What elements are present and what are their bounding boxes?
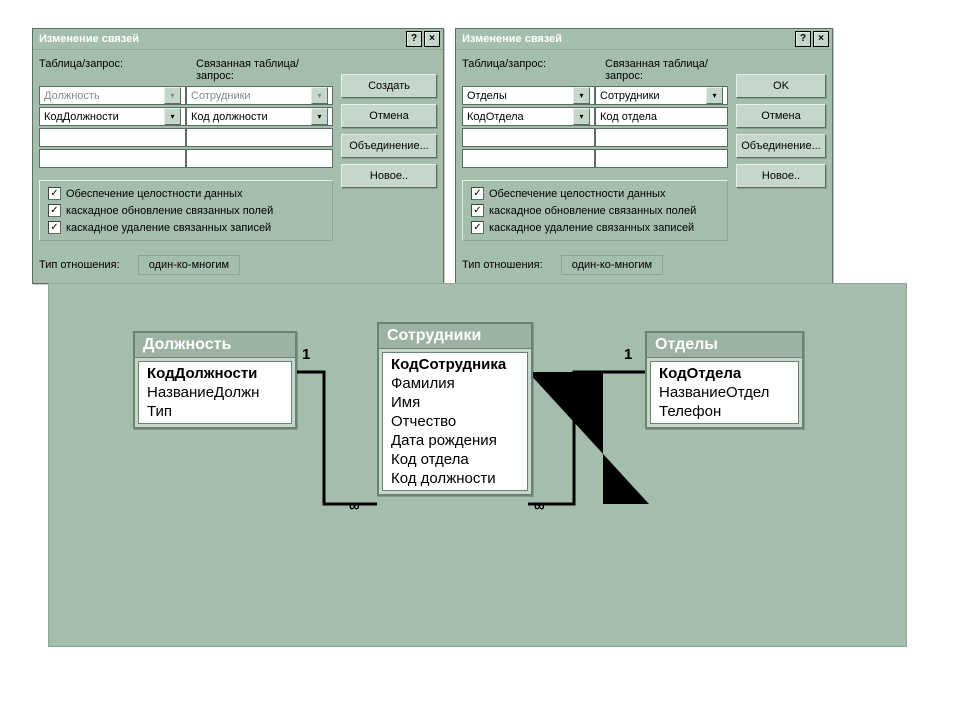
related-select[interactable]: Сотрудники ▾ bbox=[595, 86, 728, 105]
table-field[interactable]: КодДолжности bbox=[139, 364, 291, 383]
enforce-integrity-checkbox[interactable]: ✓ bbox=[48, 187, 61, 200]
table-field[interactable]: НазваниеОтдел bbox=[651, 383, 798, 402]
close-icon[interactable]: × bbox=[813, 31, 829, 47]
options-group: ✓ Обеспечение целостности данных ✓ каска… bbox=[462, 180, 728, 241]
table-field[interactable]: Код отдела bbox=[383, 450, 527, 469]
table-field[interactable]: Телефон bbox=[651, 402, 798, 421]
chevron-down-icon[interactable]: ▾ bbox=[164, 108, 181, 125]
table-header-label: Таблица/запрос: bbox=[462, 58, 585, 82]
table-header-label: Таблица/запрос: bbox=[39, 58, 176, 82]
table-title: Отделы bbox=[647, 333, 802, 358]
new-button[interactable]: Новое.. bbox=[736, 164, 826, 188]
ok-button[interactable]: OK bbox=[736, 74, 826, 98]
table-dolzhnost[interactable]: Должность КодДолжности НазваниеДолжн Тип bbox=[133, 331, 297, 429]
join-button[interactable]: Объединение... bbox=[341, 134, 437, 158]
create-button[interactable]: Создать bbox=[341, 74, 437, 98]
enforce-integrity-label: Обеспечение целостности данных bbox=[489, 188, 665, 200]
cascade-delete-checkbox[interactable]: ✓ bbox=[48, 221, 61, 234]
close-icon[interactable]: × bbox=[424, 31, 440, 47]
table-select[interactable]: Должность ▾ bbox=[39, 86, 186, 105]
dialog-title: Изменение связей bbox=[39, 33, 406, 45]
table-field[interactable]: Отчество bbox=[383, 412, 527, 431]
field-left-value: КодОтдела bbox=[467, 111, 524, 123]
field-left[interactable]: КодОтдела ▾ bbox=[462, 107, 595, 126]
chevron-down-icon[interactable]: ▾ bbox=[706, 87, 723, 104]
table-field[interactable]: КодСотрудника bbox=[383, 355, 527, 374]
help-icon[interactable]: ? bbox=[406, 31, 422, 47]
field-blank[interactable] bbox=[186, 128, 333, 147]
cascade-update-checkbox[interactable]: ✓ bbox=[471, 204, 484, 217]
join-button[interactable]: Объединение... bbox=[736, 134, 826, 158]
dialog-title: Изменение связей bbox=[462, 33, 795, 45]
table-field[interactable]: НазваниеДолжн bbox=[139, 383, 291, 402]
related-select-value: Сотрудники bbox=[191, 90, 251, 102]
field-blank[interactable] bbox=[462, 149, 595, 168]
table-otdely[interactable]: Отделы КодОтдела НазваниеОтдел Телефон bbox=[645, 331, 804, 429]
cascade-delete-label: каскадное удаление связанных записей bbox=[489, 222, 694, 234]
one-label: 1 bbox=[302, 346, 310, 363]
field-blank[interactable] bbox=[595, 128, 728, 147]
table-title: Сотрудники bbox=[379, 324, 531, 349]
related-header-label: Связанная таблица/запрос: bbox=[605, 58, 728, 82]
relation-type-value: один-ко-многим bbox=[138, 255, 240, 275]
chevron-down-icon[interactable]: ▾ bbox=[573, 108, 590, 125]
chevron-down-icon[interactable]: ▾ bbox=[311, 87, 328, 104]
enforce-integrity-label: Обеспечение целостности данных bbox=[66, 188, 242, 200]
table-field[interactable]: Тип bbox=[139, 402, 291, 421]
many-label: ∞ bbox=[534, 498, 545, 515]
related-select-value: Сотрудники bbox=[600, 90, 660, 102]
edit-relationships-dialog-1: Изменение связей ? × Таблица/запрос: Свя… bbox=[32, 28, 444, 284]
field-blank[interactable] bbox=[39, 128, 186, 147]
field-blank[interactable] bbox=[186, 149, 333, 168]
relationships-diagram[interactable]: 1 ∞ ∞ 1 Должность КодДолжности НазваниеД… bbox=[48, 283, 907, 647]
table-field[interactable]: Имя bbox=[383, 393, 527, 412]
titlebar[interactable]: Изменение связей ? × bbox=[33, 29, 443, 50]
table-fields: КодОтдела НазваниеОтдел Телефон bbox=[650, 361, 799, 424]
field-right-value: Код отдела bbox=[600, 111, 657, 123]
field-left-value: КодДолжности bbox=[44, 111, 119, 123]
field-right[interactable]: Код отдела bbox=[595, 107, 728, 126]
many-label: ∞ bbox=[349, 498, 360, 515]
related-select[interactable]: Сотрудники ▾ bbox=[186, 86, 333, 105]
relation-type-label: Тип отношения: bbox=[462, 259, 543, 271]
chevron-down-icon[interactable]: ▾ bbox=[164, 87, 181, 104]
cascade-update-label: каскадное обновление связанных полей bbox=[66, 205, 273, 217]
field-blank[interactable] bbox=[462, 128, 595, 147]
table-fields: КодДолжности НазваниеДолжн Тип bbox=[138, 361, 292, 424]
options-group: ✓ Обеспечение целостности данных ✓ каска… bbox=[39, 180, 333, 241]
relation-type-label: Тип отношения: bbox=[39, 259, 120, 271]
cancel-button[interactable]: Отмена bbox=[341, 104, 437, 128]
table-field[interactable]: Фамилия bbox=[383, 374, 527, 393]
cascade-delete-checkbox[interactable]: ✓ bbox=[471, 221, 484, 234]
field-blank[interactable] bbox=[39, 149, 186, 168]
edit-relationships-dialog-2: Изменение связей ? × Таблица/запрос: Свя… bbox=[455, 28, 833, 284]
cascade-update-label: каскадное обновление связанных полей bbox=[489, 205, 696, 217]
relation-type-value: один-ко-многим bbox=[561, 255, 663, 275]
related-header-label: Связанная таблица/запрос: bbox=[196, 58, 333, 82]
chevron-down-icon[interactable]: ▾ bbox=[573, 87, 590, 104]
table-field[interactable]: Дата рождения bbox=[383, 431, 527, 450]
table-title: Должность bbox=[135, 333, 295, 358]
titlebar[interactable]: Изменение связей ? × bbox=[456, 29, 832, 50]
table-field[interactable]: Код должности bbox=[383, 469, 527, 488]
enforce-integrity-checkbox[interactable]: ✓ bbox=[471, 187, 484, 200]
help-icon[interactable]: ? bbox=[795, 31, 811, 47]
one-label: 1 bbox=[624, 346, 632, 363]
cascade-delete-label: каскадное удаление связанных записей bbox=[66, 222, 271, 234]
table-sotrudniki[interactable]: Сотрудники КодСотрудника Фамилия Имя Отч… bbox=[377, 322, 533, 496]
field-blank[interactable] bbox=[595, 149, 728, 168]
cascade-update-checkbox[interactable]: ✓ bbox=[48, 204, 61, 217]
table-select-value: Должность bbox=[44, 90, 100, 102]
field-right[interactable]: Код должности ▾ bbox=[186, 107, 333, 126]
table-field[interactable]: КодОтдела bbox=[651, 364, 798, 383]
cancel-button[interactable]: Отмена bbox=[736, 104, 826, 128]
table-select-value: Отделы bbox=[467, 90, 507, 102]
field-right-value: Код должности bbox=[191, 111, 268, 123]
chevron-down-icon[interactable]: ▾ bbox=[311, 108, 328, 125]
table-select[interactable]: Отделы ▾ bbox=[462, 86, 595, 105]
table-fields: КодСотрудника Фамилия Имя Отчество Дата … bbox=[382, 352, 528, 491]
field-left[interactable]: КодДолжности ▾ bbox=[39, 107, 186, 126]
new-button[interactable]: Новое.. bbox=[341, 164, 437, 188]
